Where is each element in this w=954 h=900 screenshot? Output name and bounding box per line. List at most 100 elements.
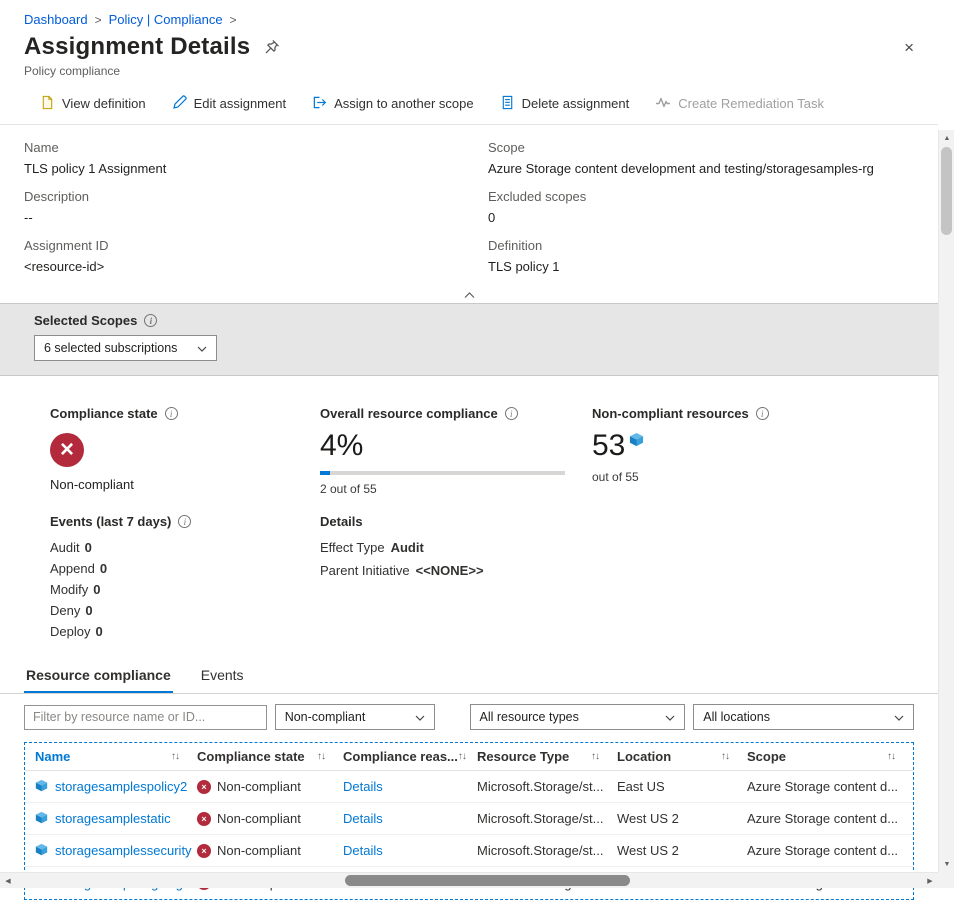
field-definition: Definition TLS policy 1 xyxy=(488,238,914,275)
compliance-state-cell: Non-compliant xyxy=(217,811,301,826)
toolbar-item-label: Create Remediation Task xyxy=(678,96,824,111)
resource-name-link[interactable]: storagesamplestatic xyxy=(55,811,171,826)
resource-filter-input[interactable] xyxy=(24,705,267,730)
noncompliant-resources-count: 53 xyxy=(592,429,625,463)
subscription-scope-dropdown[interactable]: 6 selected subscriptions xyxy=(34,335,217,361)
vertical-scrollbar-thumb[interactable] xyxy=(941,147,952,235)
noncompliant-resources-caption: out of 55 xyxy=(592,470,938,484)
chevron-up-icon xyxy=(464,287,475,302)
scroll-down-arrow[interactable]: ▼ xyxy=(939,856,954,872)
field-label: Assignment ID xyxy=(24,238,488,254)
field-value: -- xyxy=(24,210,488,226)
events-card: Events (last 7 days) i Audit0 Append0 Mo… xyxy=(50,514,320,645)
event-count-deploy: Deploy0 xyxy=(50,624,320,639)
info-icon[interactable]: i xyxy=(165,407,178,420)
chevron-down-icon xyxy=(197,341,207,355)
remediation-task-icon xyxy=(655,94,671,113)
sort-icon: ↑↓ xyxy=(317,751,325,762)
pin-icon[interactable] xyxy=(264,39,280,55)
compliance-state-title: Compliance state xyxy=(50,406,158,421)
horizontal-scrollbar-thumb[interactable] xyxy=(345,875,630,886)
resource-cube-icon xyxy=(629,432,644,450)
header: Assignment Details × xyxy=(0,29,938,61)
compliance-overview: Compliance state i × Non-compliant Overa… xyxy=(0,406,938,645)
create-remediation-task-button[interactable]: Create Remediation Task xyxy=(655,94,824,113)
dropdown-value: Non-compliant xyxy=(285,710,366,724)
assign-scope-icon xyxy=(312,95,327,113)
info-icon[interactable]: i xyxy=(505,407,518,420)
event-label: Append xyxy=(50,561,95,576)
details-link[interactable]: Details xyxy=(343,779,383,794)
tab-events[interactable]: Events xyxy=(199,667,246,693)
compliance-state-filter-dropdown[interactable]: Non-compliant xyxy=(275,704,435,730)
field-label: Name xyxy=(24,140,488,156)
event-label: Deny xyxy=(50,603,80,618)
scroll-right-arrow[interactable]: ▶ xyxy=(922,873,938,889)
column-header-compliance-reason[interactable]: Compliance reas...↑↓ xyxy=(343,749,477,764)
tab-resource-compliance[interactable]: Resource compliance xyxy=(24,667,173,693)
effect-type-value: Audit xyxy=(391,540,424,555)
table-row[interactable]: storagesamplestatic ×Non-compliant Detai… xyxy=(25,803,913,835)
resource-type-filter-dropdown[interactable]: All resource types xyxy=(470,704,686,730)
page-title: Assignment Details xyxy=(24,33,250,61)
event-count-audit: Audit0 xyxy=(50,540,320,555)
info-icon[interactable]: i xyxy=(756,407,769,420)
info-icon[interactable]: i xyxy=(144,314,157,327)
table-row[interactable]: storagesamplespolicy2 ×Non-compliant Det… xyxy=(25,771,913,803)
noncompliant-icon: × xyxy=(197,780,211,794)
event-label: Deploy xyxy=(50,624,90,639)
details-panel-card: Details Effect TypeAudit Parent Initiati… xyxy=(320,514,592,645)
delete-assignment-icon xyxy=(500,95,515,113)
delete-assignment-button[interactable]: Delete assignment xyxy=(500,95,630,113)
location-filter-dropdown[interactable]: All locations xyxy=(693,704,914,730)
field-label: Scope xyxy=(488,140,914,156)
compliance-state-cell: Non-compliant xyxy=(217,843,301,858)
scope-cell: Azure Storage content d... xyxy=(747,811,913,826)
breadcrumb-separator: > xyxy=(230,13,237,27)
summary-left-column: Name TLS policy 1 Assignment Description… xyxy=(24,140,488,287)
field-value: 0 xyxy=(488,210,914,226)
scroll-left-arrow[interactable]: ◀ xyxy=(0,873,16,889)
horizontal-scrollbar[interactable]: ◀ ▶ xyxy=(0,872,938,888)
overall-compliance-card: Overall resource compliance i 4% 2 out o… xyxy=(320,406,592,496)
assign-another-scope-button[interactable]: Assign to another scope xyxy=(312,95,473,113)
event-count-deny: Deny 0 xyxy=(50,603,320,618)
column-header-scope[interactable]: Scope↑↓ xyxy=(747,749,913,764)
breadcrumb-policy-compliance[interactable]: Policy | Compliance xyxy=(109,12,223,27)
event-value: 0 xyxy=(85,603,92,618)
compliance-state-value: Non-compliant xyxy=(50,477,320,492)
selected-scopes-section: Selected Scopes i 6 selected subscriptio… xyxy=(0,303,938,376)
location-cell: East US xyxy=(617,779,747,794)
column-header-location[interactable]: Location↑↓ xyxy=(617,749,747,764)
assignment-summary: Name TLS policy 1 Assignment Description… xyxy=(0,125,938,287)
parent-initiative-label: Parent Initiative xyxy=(320,563,410,578)
noncompliant-resources-title: Non-compliant resources xyxy=(592,406,749,421)
scope-cell: Azure Storage content d... xyxy=(747,843,913,858)
scope-cell: Azure Storage content d... xyxy=(747,779,913,794)
scroll-up-arrow[interactable]: ▲ xyxy=(939,130,954,146)
details-link[interactable]: Details xyxy=(343,811,383,826)
view-definition-button[interactable]: View definition xyxy=(40,95,146,113)
collapse-summary-button[interactable] xyxy=(0,287,938,303)
breadcrumb-dashboard[interactable]: Dashboard xyxy=(24,12,88,27)
column-header-compliance-state[interactable]: Compliance state↑↓ xyxy=(197,749,343,764)
resource-name-link[interactable]: storagesamplessecurity xyxy=(55,843,192,858)
field-label: Definition xyxy=(488,238,914,254)
column-header-resource-type[interactable]: Resource Type↑↓ xyxy=(477,749,617,764)
column-header-name[interactable]: Name↑↓ xyxy=(35,749,197,764)
edit-assignment-button[interactable]: Edit assignment xyxy=(172,95,287,113)
info-icon[interactable]: i xyxy=(178,515,191,528)
resource-name-link[interactable]: storagesamplespolicy2 xyxy=(55,779,187,794)
event-count-modify: Modify0 xyxy=(50,582,320,597)
toolbar-item-label: Assign to another scope xyxy=(334,96,473,111)
vertical-scrollbar[interactable]: ▲ ▼ xyxy=(938,130,954,872)
field-scope: Scope Azure Storage content development … xyxy=(488,140,914,177)
overall-compliance-title: Overall resource compliance xyxy=(320,406,498,421)
field-assignment-id: Assignment ID <resource-id> xyxy=(24,238,488,275)
sort-icon: ↑↓ xyxy=(591,751,599,762)
column-label: Location xyxy=(617,749,671,764)
event-value: 0 xyxy=(93,582,100,597)
table-row[interactable]: storagesamplessecurity ×Non-compliant De… xyxy=(25,835,913,867)
close-icon[interactable]: × xyxy=(904,39,914,56)
details-link[interactable]: Details xyxy=(343,843,383,858)
